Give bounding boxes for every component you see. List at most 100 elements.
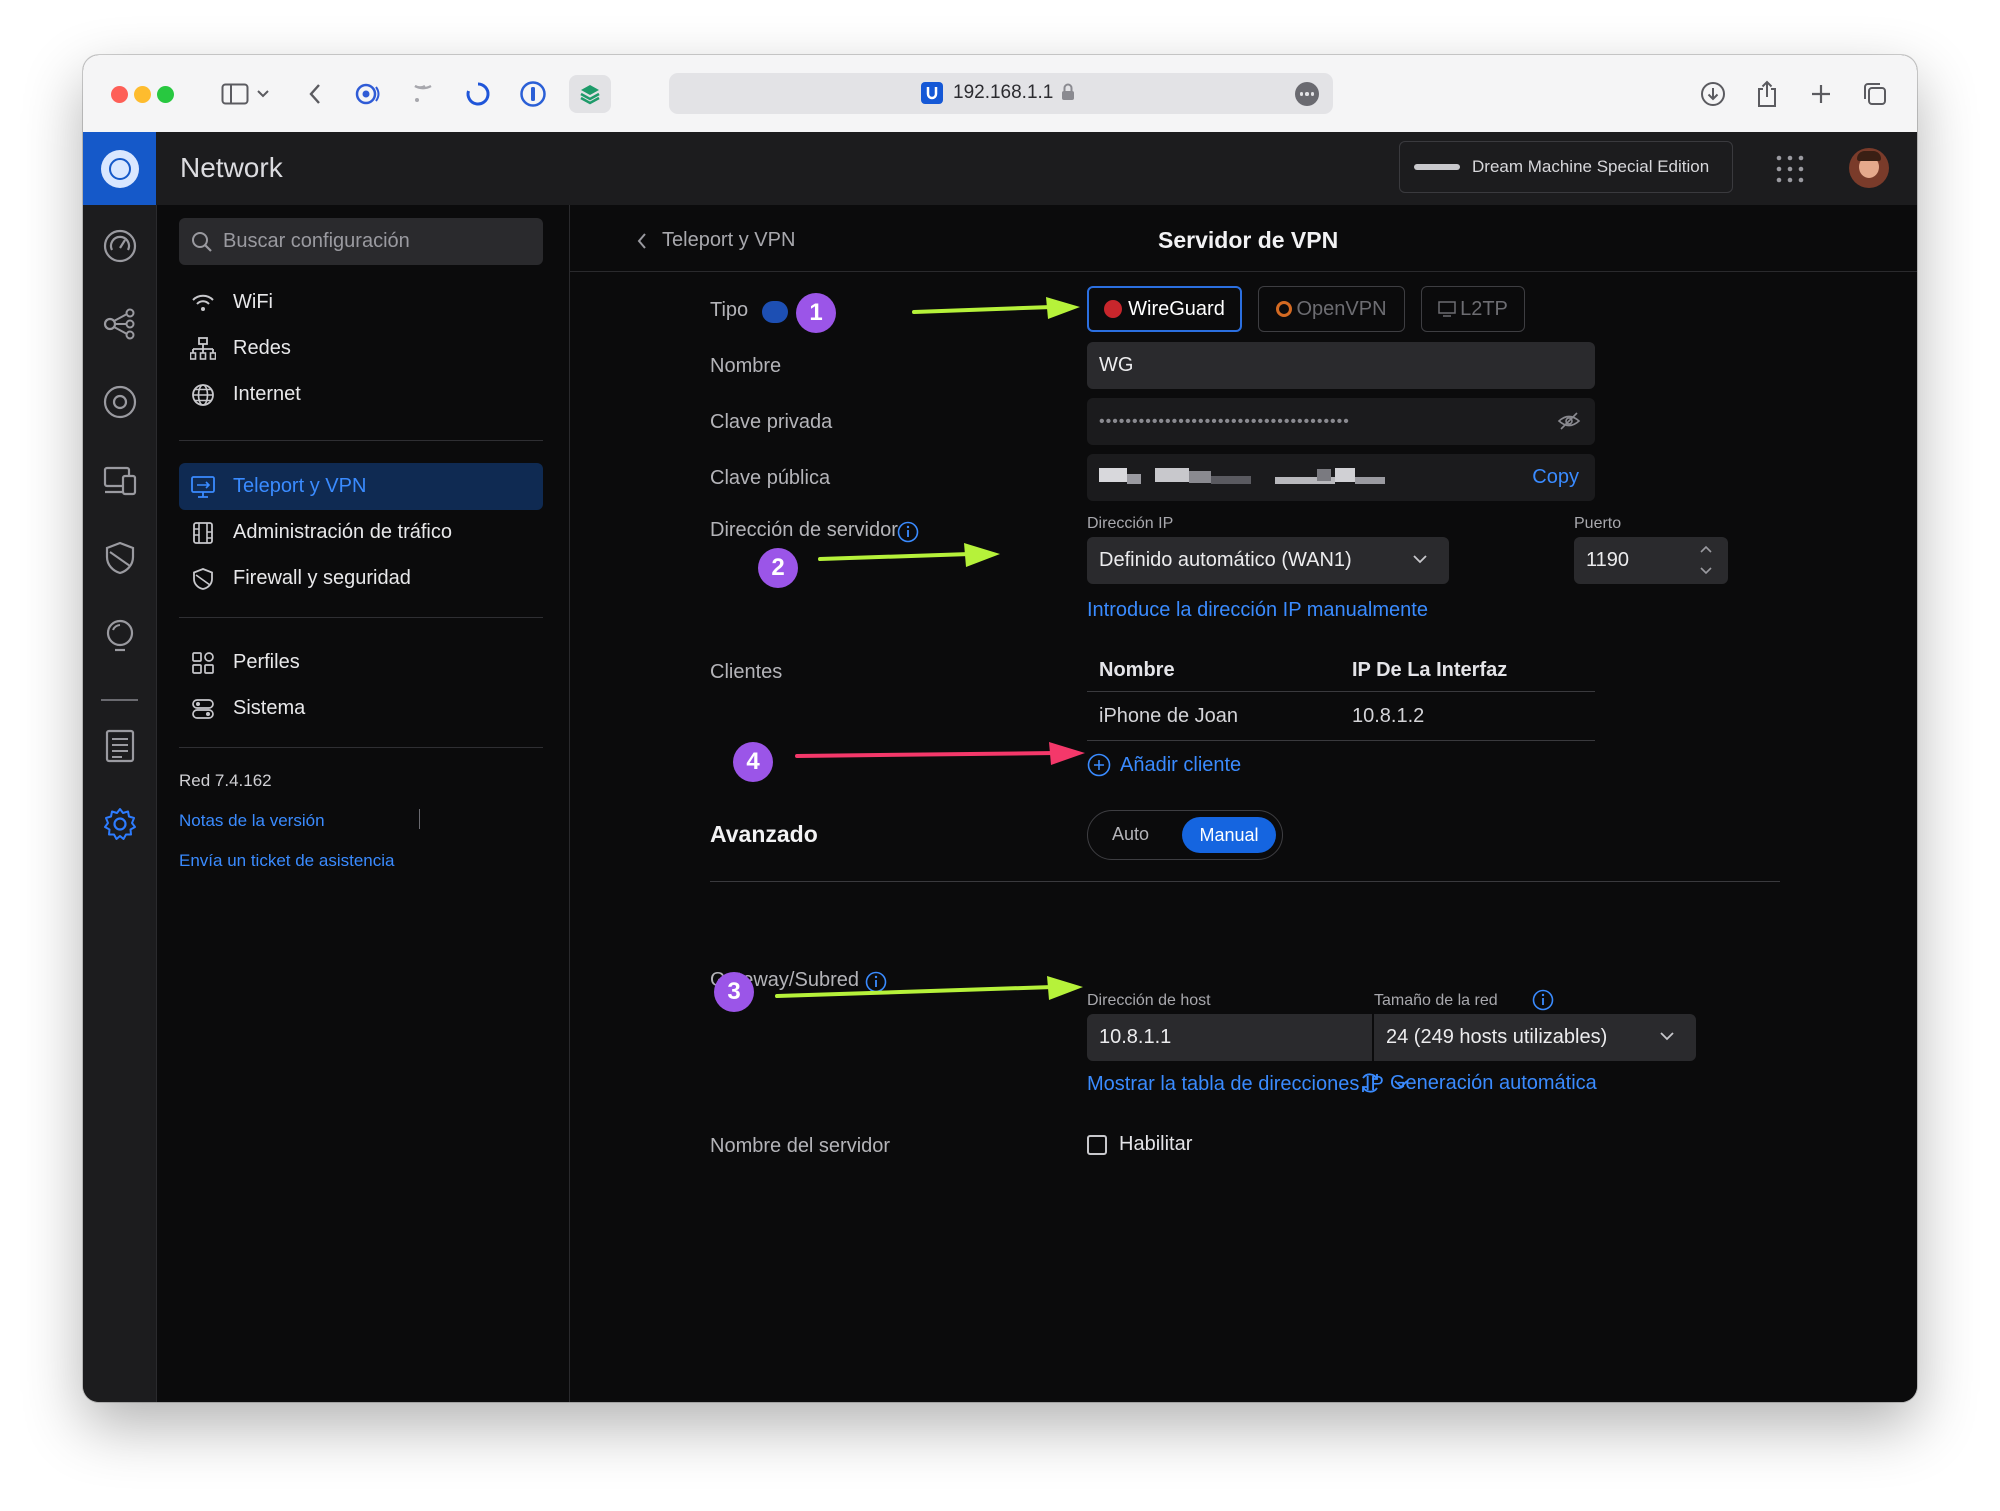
sidebar-item-redes[interactable]: Redes <box>179 325 543 372</box>
address-bar[interactable]: 192.168.1.1 <box>669 73 1333 114</box>
vpn-server-panel: Teleport y VPN Servidor de VPN Tipo Wire… <box>570 205 1917 1402</box>
device-name: Dream Machine Special Edition <box>1472 157 1710 176</box>
clients-table-header: Nombre IP De La Interfaz <box>1087 643 1595 692</box>
sidebar-item-wifi[interactable]: WiFi <box>179 279 543 326</box>
pixelated-public-key <box>1099 463 1399 493</box>
sidebar-divider <box>179 440 543 441</box>
back-link[interactable]: Teleport y VPN <box>636 229 795 252</box>
minimize-window-button[interactable] <box>134 86 151 103</box>
traffic-icon <box>187 521 219 545</box>
refresh-icon <box>1358 1071 1382 1095</box>
port-input[interactable]: 1190 <box>1574 537 1728 584</box>
site-favicon-icon <box>921 82 943 104</box>
advanced-divider <box>710 881 1780 882</box>
private-key-value: •••••••••••••••••••••••••••••••••••••• <box>1099 412 1350 430</box>
type-wireguard-button[interactable]: WireGuard <box>1087 286 1242 332</box>
wifi-icon <box>187 293 219 313</box>
private-key-label: Clave privada <box>710 411 833 433</box>
layers-extension-icon[interactable] <box>569 75 611 113</box>
device-selector[interactable]: Dream Machine Special Edition <box>1399 141 1733 193</box>
enable-server-name-checkbox[interactable]: Habilitar <box>1087 1133 1192 1156</box>
more-options-icon[interactable] <box>1295 82 1319 106</box>
tipo-toggle[interactable] <box>762 301 788 323</box>
unifi-logo-icon[interactable] <box>83 132 156 205</box>
unifi-devices-icon[interactable] <box>99 381 141 423</box>
loading-extension-icon[interactable] <box>460 76 496 112</box>
sidebar-divider <box>179 747 543 748</box>
back-arrow-icon[interactable] <box>297 76 333 112</box>
download-icon[interactable] <box>1695 76 1731 112</box>
column-header-name: Nombre <box>1099 659 1175 681</box>
app-title: Network <box>180 152 283 183</box>
app-header: Network Dream Machine Special Edition <box>83 132 1917 206</box>
topology-icon[interactable] <box>99 303 141 345</box>
enable-label: Habilitar <box>1119 1133 1193 1155</box>
advanced-mode-toggle[interactable]: Auto Manual <box>1087 810 1283 860</box>
mode-auto-option[interactable]: Auto <box>1112 824 1149 845</box>
sidebar-item-firewall[interactable]: Firewall y seguridad <box>179 555 543 602</box>
public-key-field: Copy <box>1087 454 1595 501</box>
chevron-down-icon <box>1660 1032 1674 1041</box>
sidebar-item-perfiles[interactable]: Perfiles <box>179 639 543 686</box>
type-l2tp-button[interactable]: L2TP <box>1421 286 1525 332</box>
ip-address-select[interactable]: Definido automático (WAN1) <box>1087 537 1449 584</box>
release-notes-link[interactable]: Notas de la versión <box>179 811 325 831</box>
settings-gear-icon[interactable] <box>99 803 141 845</box>
shield-icon <box>187 567 219 591</box>
security-shield-icon[interactable] <box>99 537 141 579</box>
sidebar-item-internet[interactable]: Internet <box>179 371 543 418</box>
sidebar-item-traffic[interactable]: Administración de tráfico <box>179 509 543 556</box>
client-ip: 10.8.1.2 <box>1352 705 1425 727</box>
checkbox-box[interactable] <box>1087 1134 1107 1155</box>
info-icon[interactable] <box>1532 989 1554 1011</box>
client-name: iPhone de Joan <box>1099 705 1239 727</box>
search-icon <box>191 231 213 253</box>
manual-ip-link[interactable]: Introduce la dirección IP manualmente <box>1087 599 1428 622</box>
extension-privacy-icon[interactable] <box>351 76 387 112</box>
tab-overview-icon[interactable] <box>1857 76 1893 112</box>
add-circle-icon <box>1087 753 1111 777</box>
sidebar-item-teleport-vpn[interactable]: Teleport y VPN <box>179 463 543 510</box>
server-address-label: Dirección de servidor <box>710 519 898 541</box>
url-text: 192.168.1.1 <box>953 82 1054 103</box>
password-manager-icon[interactable] <box>515 76 551 112</box>
support-ticket-link[interactable]: Envía un ticket de asistencia <box>179 851 394 871</box>
table-row[interactable]: iPhone de Joan 10.8.1.2 <box>1087 692 1595 741</box>
ip-address-label: Dirección IP <box>1087 515 1174 532</box>
header-divider <box>570 271 1917 272</box>
dashboard-icon[interactable] <box>99 225 141 267</box>
type-openvpn-button[interactable]: OpenVPN <box>1258 286 1405 332</box>
user-avatar[interactable] <box>1849 148 1889 188</box>
port-label: Puerto <box>1574 515 1622 532</box>
mode-manual-option[interactable]: Manual <box>1182 817 1276 853</box>
apps-grid-icon[interactable] <box>1775 154 1805 184</box>
auto-generate-button[interactable]: Generación automática <box>1358 1071 1597 1095</box>
copy-button[interactable]: Copy <box>1532 466 1579 489</box>
host-address-label: Dirección de host <box>1087 992 1211 1009</box>
system-log-icon[interactable] <box>99 725 141 767</box>
close-window-button[interactable] <box>111 86 128 103</box>
share-icon[interactable] <box>1749 76 1785 112</box>
stepper-arrows-icon[interactable] <box>1700 545 1712 575</box>
sidebar-toggle-icon[interactable] <box>217 76 253 112</box>
annotation-arrow-4 <box>795 742 1085 765</box>
eye-off-icon[interactable] <box>1557 411 1581 431</box>
rss-icon[interactable] <box>405 76 441 112</box>
client-devices-icon[interactable] <box>99 459 141 501</box>
sidebar-item-label: Sistema <box>233 697 306 719</box>
nombre-input[interactable]: WG <box>1087 342 1595 389</box>
settings-search-input[interactable]: Buscar configuración <box>179 218 543 265</box>
sidebar-item-label: Teleport y VPN <box>233 475 367 497</box>
sidebar-item-sistema[interactable]: Sistema <box>179 685 543 732</box>
private-key-field[interactable]: •••••••••••••••••••••••••••••••••••••• <box>1087 398 1595 445</box>
add-client-button[interactable]: Añadir cliente <box>1087 753 1241 777</box>
sidebar-item-label: Internet <box>233 383 301 405</box>
insights-bulb-icon[interactable] <box>99 615 141 657</box>
advanced-heading: Avanzado <box>710 821 818 847</box>
host-address-input[interactable]: 10.8.1.1 <box>1087 1014 1372 1061</box>
chevron-down-icon[interactable] <box>253 76 273 112</box>
new-tab-icon[interactable] <box>1803 76 1839 112</box>
chevron-left-icon <box>636 232 648 250</box>
network-size-select[interactable]: 24 (249 hosts utilizables) <box>1374 1014 1696 1061</box>
zoom-window-button[interactable] <box>157 86 174 103</box>
